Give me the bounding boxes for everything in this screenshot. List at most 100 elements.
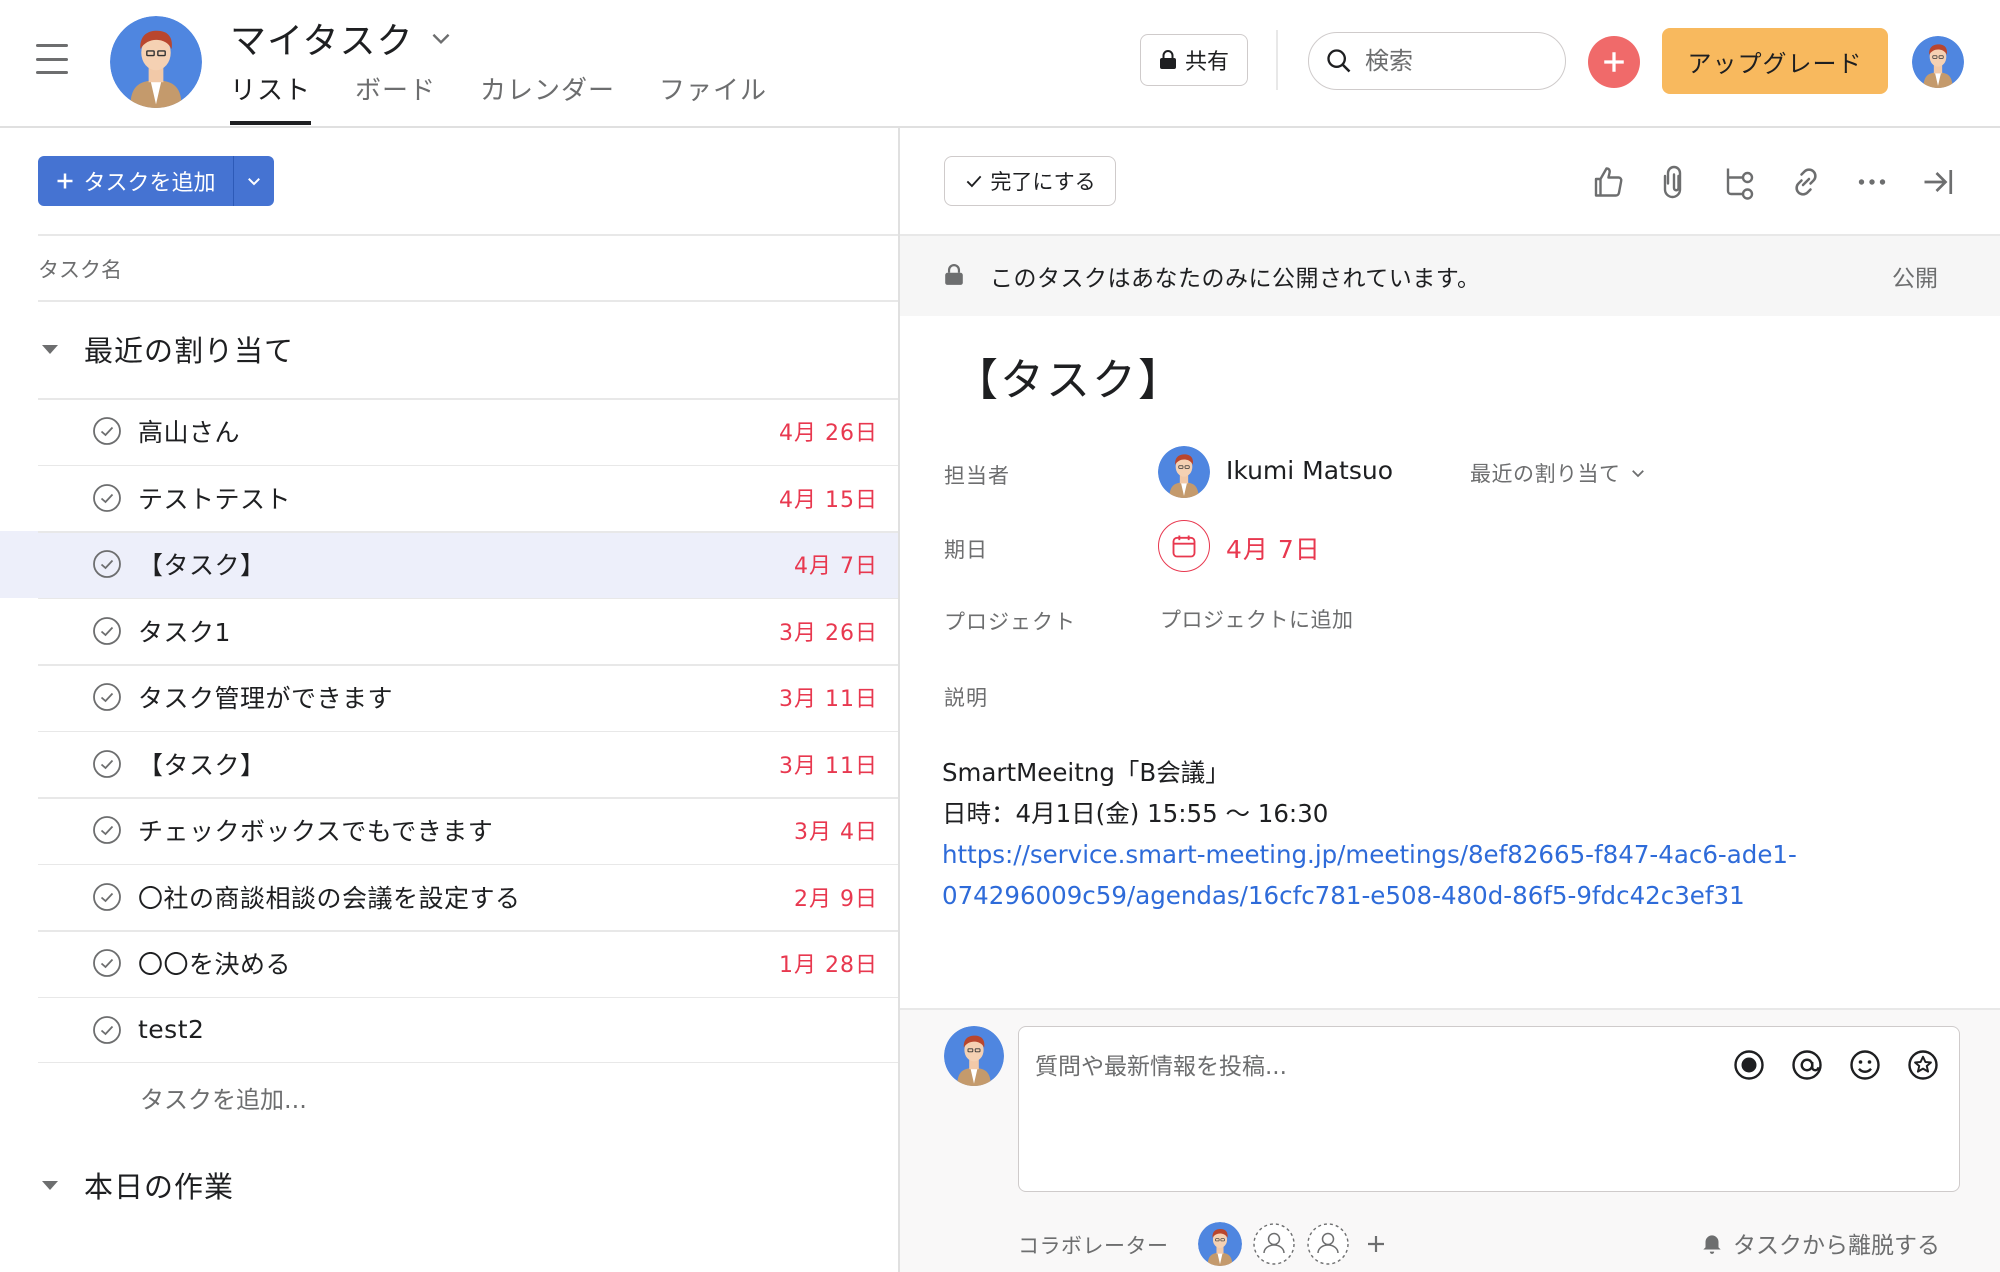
- quick-add-button[interactable]: [1588, 36, 1640, 88]
- collaborator-placeholder-icon[interactable]: [1306, 1222, 1350, 1266]
- tab-list[interactable]: リスト: [230, 70, 312, 125]
- task-due-date[interactable]: 2月 9日: [794, 881, 878, 913]
- attachment-icon[interactable]: [1656, 164, 1692, 200]
- task-name[interactable]: 【タスク】: [138, 546, 266, 582]
- complete-check-icon[interactable]: [92, 749, 122, 779]
- add-task-dropdown[interactable]: [234, 156, 274, 206]
- task-due-date[interactable]: 3月 11日: [779, 748, 878, 780]
- chevron-down-icon: [248, 178, 260, 186]
- task-name[interactable]: チェックボックスでもできます: [138, 812, 493, 848]
- caret-down-icon[interactable]: [38, 1173, 62, 1197]
- make-public-button[interactable]: 公開: [1892, 259, 1938, 293]
- task-name[interactable]: タスク1: [138, 613, 231, 649]
- close-panel-icon[interactable]: [1920, 164, 1956, 200]
- description-body[interactable]: SmartMeeitng「B会議」 日時：4月1日(金) 15:55 〜 16:…: [942, 752, 1797, 916]
- complete-check-icon[interactable]: [92, 1015, 122, 1045]
- task-row[interactable]: タスク管理ができます 3月 11日: [0, 664, 898, 731]
- link-icon[interactable]: [1788, 164, 1824, 200]
- task-due-date[interactable]: 3月 26日: [779, 615, 878, 647]
- add-task-button[interactable]: タスクを追加: [38, 156, 274, 206]
- complete-check-icon[interactable]: [92, 483, 122, 513]
- assignee-name[interactable]: Ikumi Matsuo: [1226, 456, 1393, 485]
- task-row[interactable]: 〇〇を決める 1月 28日: [0, 930, 898, 997]
- record-icon[interactable]: [1731, 1047, 1767, 1083]
- caret-down-icon[interactable]: [38, 337, 62, 361]
- bell-icon: [1703, 1235, 1721, 1254]
- comment-placeholder: 質問や最新情報を投稿...: [1035, 1054, 1287, 1080]
- complete-check-icon[interactable]: [92, 549, 122, 579]
- task-row-selected[interactable]: 【タスク】 4月 7日: [0, 531, 898, 598]
- task-name[interactable]: タスク管理ができます: [138, 679, 393, 715]
- task-row[interactable]: 〇社の商談相談の会議を設定する 2月 9日: [0, 863, 898, 931]
- like-icon[interactable]: [1590, 164, 1626, 200]
- description-link[interactable]: 074296009c59/agendas/16cfc781-e508-480d-…: [942, 875, 1797, 916]
- task-name[interactable]: 高山さん: [138, 413, 240, 449]
- task-row[interactable]: 高山さん 4月 26日: [0, 398, 898, 465]
- share-label: 共有: [1184, 50, 1229, 75]
- task-row[interactable]: タスク1 3月 26日: [0, 597, 898, 665]
- task-due-date[interactable]: 4月 26日: [779, 415, 878, 447]
- add-task-main[interactable]: タスクを追加: [38, 156, 234, 206]
- due-date-button[interactable]: [1158, 520, 1210, 572]
- star-icon[interactable]: [1905, 1047, 1941, 1083]
- task-name[interactable]: 〇社の商談相談の会議を設定する: [138, 879, 521, 915]
- section-header-recent[interactable]: 最近の割り当て: [38, 328, 294, 370]
- complete-check-icon[interactable]: [92, 682, 122, 712]
- user-avatar[interactable]: [1912, 36, 1964, 88]
- share-button[interactable]: 共有: [1140, 34, 1248, 86]
- complete-check-icon[interactable]: [92, 416, 122, 446]
- emoji-icon[interactable]: [1847, 1047, 1883, 1083]
- complete-check-icon[interactable]: [92, 882, 122, 912]
- task-name[interactable]: test2: [138, 1015, 204, 1044]
- task-name[interactable]: 〇〇を決める: [138, 945, 291, 981]
- column-header-task-name[interactable]: タスク名: [38, 254, 122, 284]
- add-collaborator-icon[interactable]: [1364, 1232, 1388, 1256]
- complete-check-icon[interactable]: [92, 616, 122, 646]
- task-detail-pane: 完了にする このタスクはあなたのみに公開されています。 公開 【タスク】 担当者…: [900, 130, 2000, 1272]
- task-due-date[interactable]: 1月 28日: [779, 947, 878, 979]
- tab-calendar[interactable]: カレンダー: [480, 70, 615, 125]
- task-name[interactable]: テストテスト: [138, 480, 291, 516]
- task-row[interactable]: チェックボックスでもできます 3月 4日: [0, 797, 898, 864]
- subtask-icon[interactable]: [1722, 164, 1758, 200]
- comment-input[interactable]: 質問や最新情報を投稿...: [1018, 1026, 1960, 1192]
- description-link[interactable]: https://service.smart-meeting.jp/meeting…: [942, 834, 1797, 875]
- collaborator-placeholder-icon[interactable]: [1252, 1222, 1296, 1266]
- section-title: 最近の割り当て: [84, 334, 295, 368]
- task-row[interactable]: テストテスト 4月 15日: [0, 464, 898, 532]
- tab-board[interactable]: ボード: [355, 70, 436, 125]
- collaborators-row: コラボレーター タスクから離脱する: [1018, 1222, 1962, 1272]
- task-due-date[interactable]: 3月 11日: [779, 681, 878, 713]
- upgrade-button[interactable]: アップグレード: [1662, 28, 1888, 94]
- task-name[interactable]: 【タスク】: [138, 746, 266, 782]
- leave-task-button[interactable]: タスクから離脱する: [1699, 1226, 1940, 1260]
- mention-icon[interactable]: [1789, 1047, 1825, 1083]
- more-icon[interactable]: [1854, 164, 1890, 200]
- divider: [38, 300, 898, 302]
- add-task-inline[interactable]: タスクを追加...: [140, 1080, 307, 1115]
- task-row[interactable]: 【タスク】 3月 11日: [0, 730, 898, 798]
- task-title[interactable]: 【タスク】: [954, 344, 1184, 408]
- tab-files[interactable]: ファイル: [659, 70, 767, 125]
- complete-check-icon[interactable]: [92, 948, 122, 978]
- menu-icon[interactable]: [36, 44, 68, 74]
- assignee-section-dropdown[interactable]: 最近の割り当て: [1470, 458, 1647, 488]
- search-icon: [1327, 49, 1351, 73]
- task-list-pane: タスクを追加 タスク名 最近の割り当て 高山さん 4月 26日 テストテスト 4…: [0, 130, 898, 1272]
- section-header-today[interactable]: 本日の作業: [38, 1164, 234, 1206]
- page-title: マイタスク: [230, 21, 414, 62]
- collaborator-avatar[interactable]: [1198, 1222, 1242, 1266]
- section-title: 本日の作業: [84, 1170, 235, 1204]
- due-date-value[interactable]: 4月 7日: [1226, 530, 1321, 566]
- assignee-avatar[interactable]: [1158, 446, 1210, 498]
- chevron-down-icon[interactable]: [428, 25, 454, 51]
- search-box[interactable]: [1308, 32, 1566, 90]
- task-due-date[interactable]: 4月 15日: [779, 482, 878, 514]
- task-due-date[interactable]: 3月 4日: [794, 814, 878, 846]
- search-input[interactable]: [1365, 47, 1535, 75]
- task-row[interactable]: test2: [0, 996, 898, 1064]
- add-to-project-button[interactable]: プロジェクトに追加: [1160, 604, 1354, 634]
- task-due-date[interactable]: 4月 7日: [794, 548, 878, 580]
- complete-check-icon[interactable]: [92, 815, 122, 845]
- privacy-text: このタスクはあなたのみに公開されています。: [990, 266, 1481, 292]
